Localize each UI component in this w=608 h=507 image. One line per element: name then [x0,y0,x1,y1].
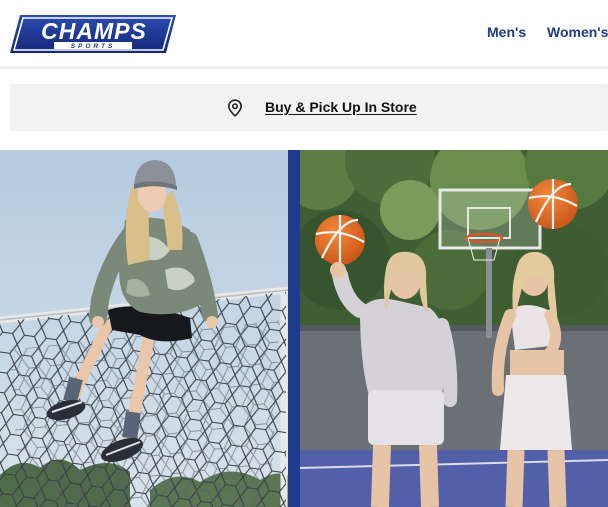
hero-image-left[interactable] [0,150,288,507]
nav-mens[interactable]: Men's [487,24,526,40]
store-pickup-banner: Buy & Pick Up In Store [10,84,608,131]
basketball-women-illustration [300,150,608,507]
logo-graphic: CHAMPS SPORTS [10,15,176,53]
buy-pickup-in-store-link[interactable]: Buy & Pick Up In Store [265,99,417,115]
logo-primary-text: CHAMPS [41,18,147,44]
hero-divider [288,150,300,507]
logo-secondary-text: SPORTS [71,43,116,50]
girl-on-goal-illustration [0,150,288,507]
champs-sports-logo[interactable]: CHAMPS SPORTS [10,13,176,55]
site-header: CHAMPS SPORTS Men's Women's [0,0,608,68]
map-pin-icon [227,99,243,117]
hero-banner[interactable] [0,150,608,507]
hero-image-right[interactable] [300,150,608,507]
nav-womens[interactable]: Women's [547,24,608,40]
